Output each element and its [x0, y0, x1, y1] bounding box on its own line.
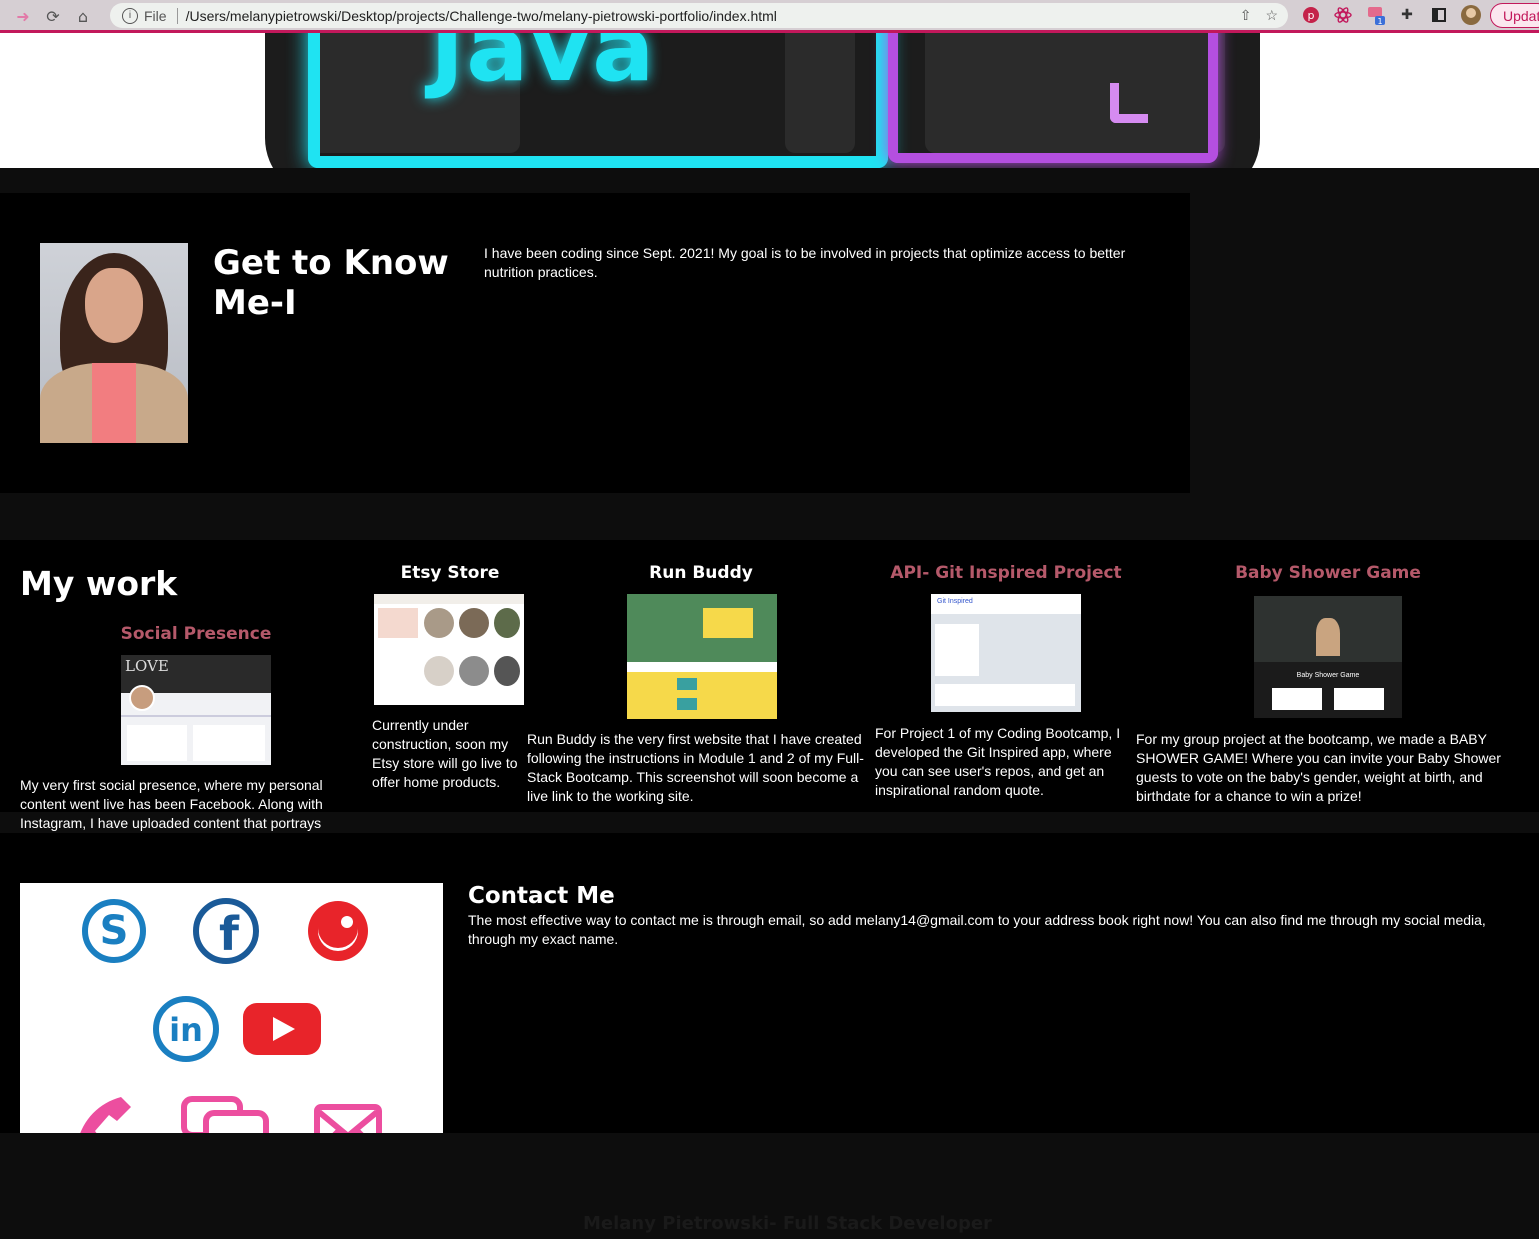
footer-text: Melany Pietrowski- Full Stack Developer	[583, 1213, 992, 1234]
skype-icon[interactable]: S	[78, 895, 150, 967]
share-icon[interactable]: ⇧	[1240, 7, 1252, 24]
svg-text:p: p	[1308, 9, 1315, 22]
git-thumb-caption: Git Inspired	[937, 598, 973, 605]
address-bar[interactable]: i File /Users/melanypietrowski/Desktop/p…	[110, 3, 1288, 28]
work-heading: My work	[20, 564, 178, 603]
update-button[interactable]: Updat	[1490, 3, 1539, 28]
project-thumb-baby-shower[interactable]: Baby Shower Game	[1254, 596, 1402, 718]
project-desc-git-inspired: For Project 1 of my Coding Bootcamp, I d…	[875, 725, 1121, 798]
project-thumb-git-inspired[interactable]: Git Inspired	[931, 594, 1081, 712]
project-thumb-social[interactable]: LOVE	[121, 655, 271, 765]
url-separator	[176, 7, 178, 24]
purple-key-outline	[888, 33, 1218, 163]
project-desc-run-buddy: Run Buddy is the very first website that…	[527, 731, 864, 804]
about-text: I have been coding since Sept. 2021! My …	[484, 245, 1126, 280]
youtube-icon[interactable]	[240, 993, 324, 1065]
project-title-baby-shower[interactable]: Baby Shower Game	[1198, 563, 1458, 583]
svg-text:f: f	[219, 907, 240, 961]
smile-icon[interactable]	[302, 895, 374, 967]
linkedin-icon[interactable]: in	[150, 993, 222, 1065]
hero-banner: Java	[0, 33, 1539, 168]
contact-text: The most effective way to contact me is …	[468, 912, 1486, 947]
project-title-git-inspired[interactable]: API- Git Inspired Project	[876, 563, 1136, 583]
svg-text:S: S	[100, 908, 129, 954]
facebook-icon[interactable]: f	[190, 895, 262, 967]
project-desc-etsy: Currently under construction, soon my Et…	[372, 717, 518, 790]
bookmark-star-icon[interactable]: ☆	[1265, 7, 1278, 24]
about-section: Get to Know Me-I I have been coding sinc…	[0, 193, 1190, 493]
video-extension-icon[interactable]: 1	[1366, 4, 1388, 26]
project-title-run-buddy[interactable]: Run Buddy	[621, 563, 781, 583]
footer: Melany Pietrowski- Full Stack Developer	[0, 1133, 1539, 1239]
work-section: My work Social Presence LOVE My very fir…	[0, 540, 1539, 850]
sidebar-toggle-icon[interactable]	[1428, 4, 1450, 26]
project-desc-baby-shower: For my group project at the bootcamp, we…	[1136, 731, 1501, 804]
home-icon[interactable]: ⌂	[68, 2, 98, 30]
forward-arrow-icon[interactable]: ➜	[8, 2, 38, 30]
react-devtools-icon[interactable]	[1332, 4, 1354, 26]
project-title-social[interactable]: Social Presence	[96, 624, 296, 644]
svg-text:1: 1	[1377, 17, 1382, 26]
pinterest-extension-icon[interactable]: p	[1300, 4, 1322, 26]
social-thumb-caption: LOVE	[125, 657, 169, 675]
profile-photo	[40, 243, 188, 443]
baby-thumb-caption: Baby Shower Game	[1296, 672, 1360, 679]
url-text[interactable]: /Users/melanypietrowski/Desktop/projects…	[186, 8, 777, 24]
puzzle-extensions-icon[interactable]: ✚	[1396, 4, 1418, 26]
project-thumb-run-buddy[interactable]	[627, 594, 777, 719]
about-title: Get to Know Me-I	[213, 243, 449, 323]
purple-glyph	[1110, 83, 1148, 123]
reload-icon[interactable]: ⟳	[38, 2, 68, 30]
profile-avatar[interactable]	[1460, 4, 1482, 26]
project-title-etsy[interactable]: Etsy Store	[370, 563, 530, 583]
contact-section: S f in Contact Me The most effective way…	[0, 833, 1539, 1181]
svg-text:in: in	[169, 1011, 203, 1049]
banner-text: Java	[430, 33, 657, 102]
info-icon[interactable]: i	[122, 7, 138, 24]
browser-toolbar: ➜ ⟳ ⌂ i File /Users/melanypietrowski/Des…	[0, 0, 1539, 33]
url-scheme: File	[144, 7, 167, 24]
contact-title: Contact Me	[468, 883, 615, 909]
project-thumb-etsy[interactable]	[374, 594, 524, 705]
